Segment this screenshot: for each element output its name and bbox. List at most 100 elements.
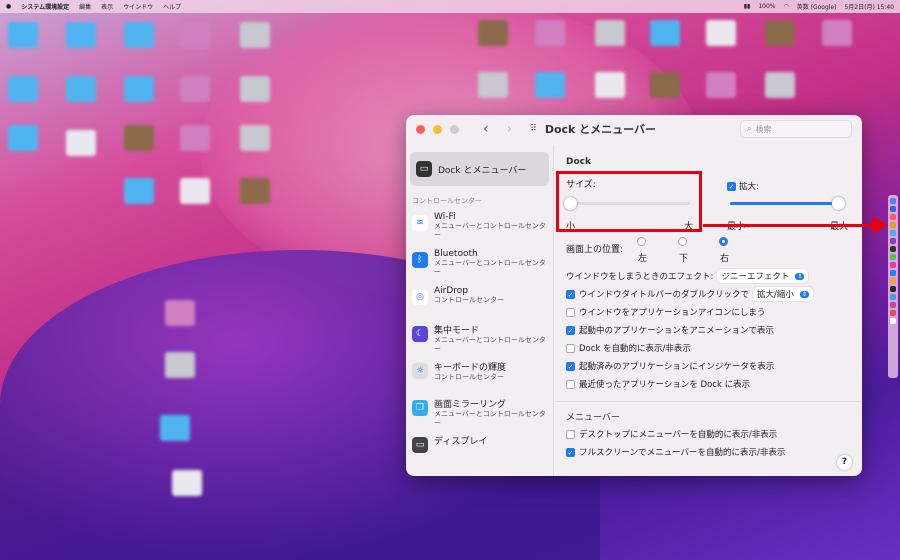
dock-app-icon[interactable] (890, 238, 896, 244)
desktop-icon[interactable] (478, 72, 508, 98)
option-row[interactable]: ✓ 起動中のアプリケーションをアニメーションで表示 (566, 321, 852, 339)
menu-view[interactable]: 表示 (101, 2, 113, 11)
option-row[interactable]: ✓ フルスクリーンでメニューバーを自動的に表示/非表示 (566, 443, 852, 461)
option-row[interactable]: Dock を自動的に表示/非表示 (566, 339, 852, 357)
desktop-icon[interactable] (595, 20, 625, 46)
battery-icon[interactable]: ▮▮ (744, 3, 751, 10)
dock-app-icon[interactable] (890, 214, 896, 220)
dock-app-icon[interactable] (890, 270, 896, 276)
dock-app-icon[interactable] (890, 294, 896, 300)
dock-app-icon[interactable] (890, 230, 896, 236)
desktop-icon[interactable] (8, 76, 38, 102)
desktop-icon[interactable] (650, 20, 680, 46)
option-row[interactable]: ウインドウをアプリケーションアイコンにしまう (566, 303, 852, 321)
minimize-button[interactable] (433, 124, 442, 134)
option-checkbox[interactable]: ✓ (566, 361, 575, 371)
dock-app-icon[interactable] (890, 318, 896, 324)
help-button[interactable]: ? (837, 455, 852, 470)
desktop-icon[interactable] (8, 125, 38, 151)
dock-app-icon[interactable] (890, 286, 896, 292)
grid-icon[interactable]: ⠿ (530, 124, 537, 134)
magnify-checkbox[interactable]: ✓ (727, 181, 736, 191)
dock-app-icon[interactable] (890, 254, 896, 260)
magnify-slider-knob[interactable] (832, 197, 845, 210)
desktop-icon[interactable] (240, 178, 270, 204)
sidebar-item[interactable]: ☾ 集中モード メニューバーとコントロールセンター (406, 320, 553, 357)
dock-app-icon[interactable] (890, 222, 896, 228)
dock-app-icon[interactable] (890, 262, 896, 268)
apple-icon[interactable]: ● (6, 3, 11, 10)
dock-app-icon[interactable] (890, 198, 896, 204)
option-checkbox[interactable] (566, 307, 575, 317)
desktop-icon[interactable] (180, 178, 210, 204)
input-source[interactable]: 英数 (Google) (797, 2, 837, 11)
desktop-icon[interactable] (124, 22, 154, 48)
desktop-icon[interactable] (180, 76, 210, 102)
clock[interactable]: 5月2日(月) 15:40 (844, 2, 894, 11)
menu-app[interactable]: システム環境設定 (21, 2, 69, 11)
position-bottom-radio[interactable] (678, 237, 687, 246)
desktop-icon[interactable] (240, 22, 270, 48)
sidebar-item[interactable]: ≋ Wi-Fi メニューバーとコントロールセンター (406, 209, 553, 246)
sidebar-item[interactable]: ☼ キーボードの輝度 コントロールセンター (406, 357, 553, 394)
dock-app-icon[interactable] (890, 206, 896, 212)
option-row[interactable]: ✓ 起動済みのアプリケーションにインジケータを表示 (566, 357, 852, 375)
forward-icon[interactable]: › (507, 121, 513, 137)
menu-edit[interactable]: 編集 (79, 2, 91, 11)
desktop-icon[interactable] (478, 20, 508, 46)
desktop-icon[interactable] (180, 22, 210, 48)
desktop-icon[interactable] (66, 22, 96, 48)
wifi-status-icon[interactable]: ◠ (783, 3, 788, 10)
dblclick-checkbox[interactable]: ✓ (566, 289, 575, 299)
dock-app-icon[interactable] (890, 246, 896, 252)
desktop-icon[interactable] (165, 300, 195, 326)
dock-app-icon[interactable] (890, 302, 896, 308)
sidebar-item[interactable]: ▭ ディスプレイ (406, 431, 553, 468)
magnify-slider-track[interactable] (730, 202, 838, 205)
close-button[interactable] (416, 124, 425, 134)
search-input[interactable]: ⌕ 検索 (740, 120, 852, 138)
desktop-icon[interactable] (124, 178, 154, 204)
back-icon[interactable]: ‹ (483, 121, 489, 137)
desktop-icon[interactable] (66, 76, 96, 102)
menu-window[interactable]: ウインドウ (123, 2, 153, 11)
desktop-icon[interactable] (66, 130, 96, 156)
desktop-icon[interactable] (172, 470, 202, 496)
desktop-icon[interactable] (765, 20, 795, 46)
menu-help[interactable]: ヘルプ (163, 2, 181, 11)
dblclick-select[interactable]: 拡大/縮小 ⇕ (753, 287, 813, 301)
desktop-icon[interactable] (124, 76, 154, 102)
desktop-icon[interactable] (822, 20, 852, 46)
dock-app-icon[interactable] (890, 278, 896, 284)
desktop-icon[interactable] (650, 72, 680, 98)
desktop-icon[interactable] (706, 72, 736, 98)
option-checkbox[interactable] (566, 429, 575, 439)
desktop-icon[interactable] (124, 125, 154, 151)
option-checkbox[interactable] (566, 343, 575, 353)
option-row[interactable]: デスクトップにメニューバーを自動的に表示/非表示 (566, 425, 852, 443)
desktop-icon[interactable] (8, 22, 38, 48)
zoom-button[interactable] (450, 124, 459, 134)
desktop-icon[interactable] (165, 352, 195, 378)
option-row[interactable]: 最近使ったアプリケーションを Dock に表示 (566, 375, 852, 393)
desktop-icon[interactable] (160, 415, 190, 441)
sidebar-item[interactable]: ❐ 画面ミラーリング メニューバーとコントロールセンター (406, 394, 553, 431)
option-checkbox[interactable] (566, 379, 575, 389)
desktop-icon[interactable] (595, 72, 625, 98)
desktop-icon[interactable] (535, 72, 565, 98)
sidebar-item[interactable]: ◎ AirDrop コントロールセンター (406, 283, 553, 320)
sidebar-item[interactable]: ᛒ Bluetooth メニューバーとコントロールセンター (406, 246, 553, 283)
option-checkbox[interactable]: ✓ (566, 447, 575, 457)
option-checkbox[interactable]: ✓ (566, 325, 575, 335)
desktop-icon[interactable] (240, 125, 270, 151)
desktop-icon[interactable] (706, 20, 736, 46)
position-left-radio[interactable] (637, 237, 646, 246)
position-right-radio[interactable] (719, 237, 728, 246)
desktop-icon[interactable] (240, 76, 270, 102)
desktop-icon[interactable] (765, 72, 795, 98)
dock-app-icon[interactable] (890, 310, 896, 316)
sidebar-item-dock[interactable]: ▭ Dock とメニューバー (410, 152, 549, 186)
effect-select[interactable]: ジニーエフェクト ⇕ (717, 269, 809, 283)
desktop-icon[interactable] (535, 20, 565, 46)
desktop-icon[interactable] (180, 125, 210, 151)
